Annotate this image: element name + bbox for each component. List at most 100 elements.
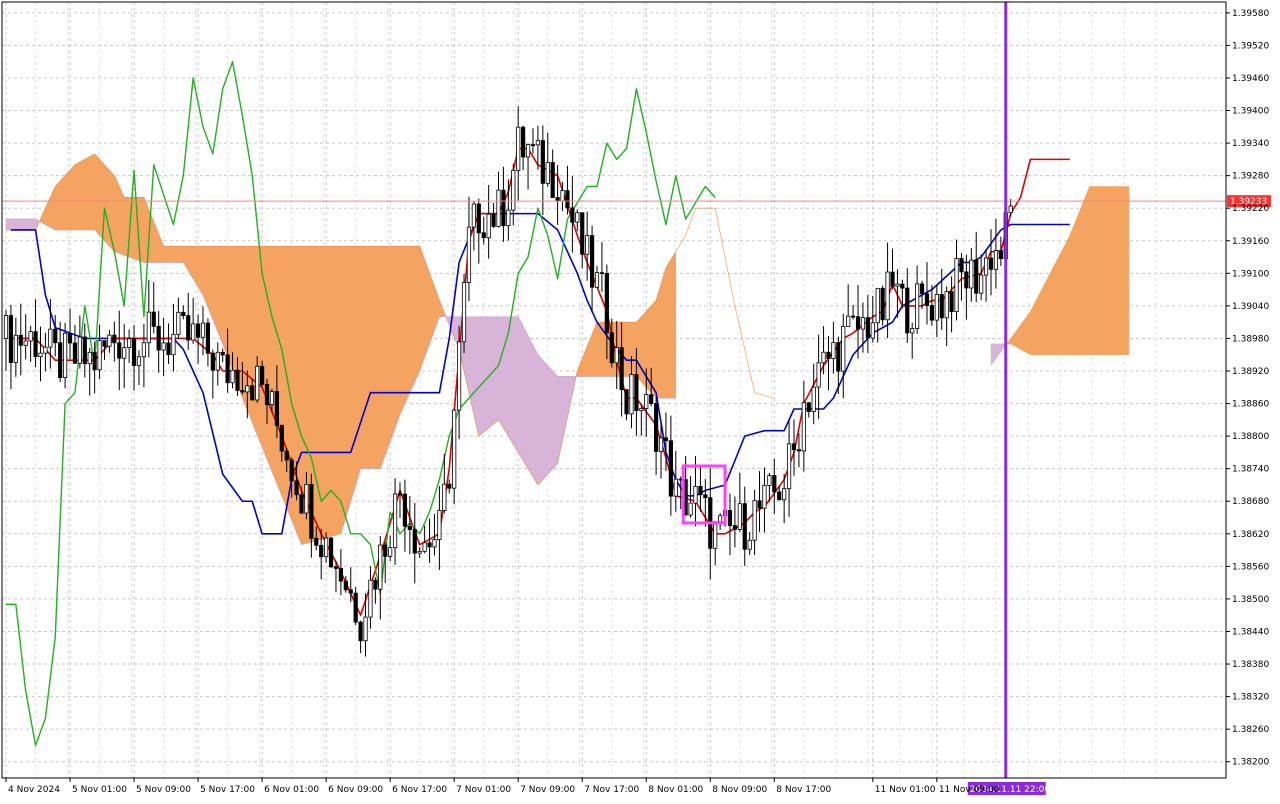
bull-candle bbox=[87, 351, 92, 365]
bear-candle bbox=[550, 162, 555, 198]
x-tick-label: 8 Nov 09:00 bbox=[712, 785, 767, 795]
kumo-segment bbox=[94, 153, 100, 236]
bull-candle bbox=[870, 322, 875, 339]
bear-candle bbox=[72, 342, 78, 364]
y-tick-label: 1.39040 bbox=[1232, 302, 1269, 312]
future-kumo-segment bbox=[1104, 186, 1110, 355]
chart-root[interactable]: 1.39233 2024.11.11 22:00 1.39580 1.39520 1.… bbox=[0, 0, 1280, 800]
y-tick-label: 1.39520 bbox=[1232, 41, 1269, 51]
bull-candle bbox=[48, 328, 53, 348]
bear-candle bbox=[407, 525, 412, 531]
bear-candle bbox=[319, 544, 324, 558]
bear-candle bbox=[205, 322, 211, 354]
bull-candle bbox=[452, 409, 457, 489]
bull-candle bbox=[594, 272, 600, 288]
bear-candle bbox=[836, 342, 841, 372]
bear-candle bbox=[358, 621, 363, 642]
price-chart[interactable]: 1.392332024.11.11 22:00 1.395801.395201.… bbox=[0, 0, 1280, 800]
bear-candle bbox=[501, 189, 506, 227]
bear-candle bbox=[151, 311, 156, 327]
kumo-segment bbox=[532, 345, 539, 486]
kumo-segment bbox=[424, 259, 430, 358]
bull-candle bbox=[324, 537, 329, 558]
bear-candle bbox=[333, 566, 339, 569]
bear-candle bbox=[289, 459, 294, 482]
kumo-segment bbox=[55, 180, 61, 231]
bear-candle bbox=[412, 529, 417, 554]
kumo-segment bbox=[217, 245, 223, 344]
bull-candle bbox=[934, 294, 939, 321]
y-tick-label: 1.38320 bbox=[1232, 693, 1269, 703]
bear-candle bbox=[294, 480, 299, 496]
bear-candle bbox=[491, 213, 496, 227]
future-kumo-segment bbox=[1044, 273, 1051, 355]
kumo-segment bbox=[552, 370, 558, 470]
bull-candle bbox=[575, 212, 580, 223]
future-kumo-segment bbox=[1040, 282, 1046, 355]
bear-candle bbox=[186, 315, 191, 341]
x-tick-label: 7 Nov 01:00 bbox=[456, 785, 511, 795]
bull-candle bbox=[200, 322, 206, 338]
kumo-segment bbox=[670, 250, 677, 399]
bull-candle bbox=[737, 503, 742, 530]
bear-candle bbox=[555, 197, 560, 202]
kumo-segment bbox=[513, 316, 519, 454]
bear-candle bbox=[964, 271, 969, 289]
bull-candle bbox=[841, 326, 846, 372]
bull-candle bbox=[388, 547, 393, 557]
bear-candle bbox=[210, 352, 215, 371]
bear-candle bbox=[112, 334, 117, 344]
bull-candle bbox=[269, 391, 275, 406]
bull-candle bbox=[506, 209, 511, 227]
bear-candle bbox=[998, 250, 1003, 260]
kumo-segment bbox=[355, 245, 361, 486]
kumo-segment bbox=[168, 245, 174, 263]
kumo-segment bbox=[660, 267, 667, 399]
bull-candle bbox=[471, 203, 476, 228]
bear-candle bbox=[634, 374, 639, 412]
kumo-segment bbox=[252, 245, 258, 435]
bull-candle bbox=[629, 374, 634, 415]
y-tick-label: 1.39220 bbox=[1232, 204, 1269, 214]
bear-candle bbox=[619, 347, 624, 391]
bear-candle bbox=[668, 440, 673, 497]
bull-candle bbox=[496, 189, 501, 227]
kumo-segment bbox=[626, 321, 632, 377]
bull-candle bbox=[747, 539, 752, 550]
bull-candle bbox=[535, 140, 541, 146]
bull-candle bbox=[161, 342, 166, 351]
bull-candle bbox=[969, 259, 974, 289]
future-kumo-segment bbox=[1113, 186, 1120, 355]
kumo-segment bbox=[498, 316, 504, 429]
bear-candle bbox=[599, 272, 605, 275]
bull-candle bbox=[718, 515, 723, 523]
bear-candle bbox=[580, 212, 585, 255]
y-tick-label: 1.39580 bbox=[1232, 9, 1269, 19]
x-tick-label: 8 Nov 17:00 bbox=[776, 785, 831, 795]
y-tick-label: 1.38260 bbox=[1232, 725, 1269, 735]
bull-candle bbox=[713, 521, 718, 549]
kumo-segment bbox=[163, 245, 169, 263]
future-kumo-segment bbox=[1054, 254, 1061, 355]
bull-candle bbox=[215, 351, 220, 371]
bear-candle bbox=[383, 544, 388, 557]
bull-candle bbox=[786, 443, 792, 490]
bear-candle bbox=[274, 391, 279, 426]
kumo-segment bbox=[350, 245, 356, 502]
bear-candle bbox=[924, 293, 930, 306]
kumo-segment bbox=[414, 245, 420, 382]
bear-candle bbox=[905, 287, 910, 334]
bull-candle bbox=[304, 483, 309, 514]
bear-candle bbox=[959, 258, 964, 273]
bull-candle bbox=[255, 365, 260, 401]
kumo-segment bbox=[89, 153, 95, 231]
kumo-segment bbox=[508, 316, 514, 446]
kumo-segment bbox=[114, 175, 120, 254]
kumo-segment bbox=[542, 359, 548, 481]
bear-candle bbox=[855, 316, 861, 330]
bull-candle bbox=[752, 500, 757, 541]
y-tick-label: 1.38800 bbox=[1232, 432, 1269, 442]
bear-candle bbox=[427, 542, 432, 548]
kumo-segment bbox=[222, 245, 228, 358]
kumo-segment bbox=[25, 218, 31, 231]
